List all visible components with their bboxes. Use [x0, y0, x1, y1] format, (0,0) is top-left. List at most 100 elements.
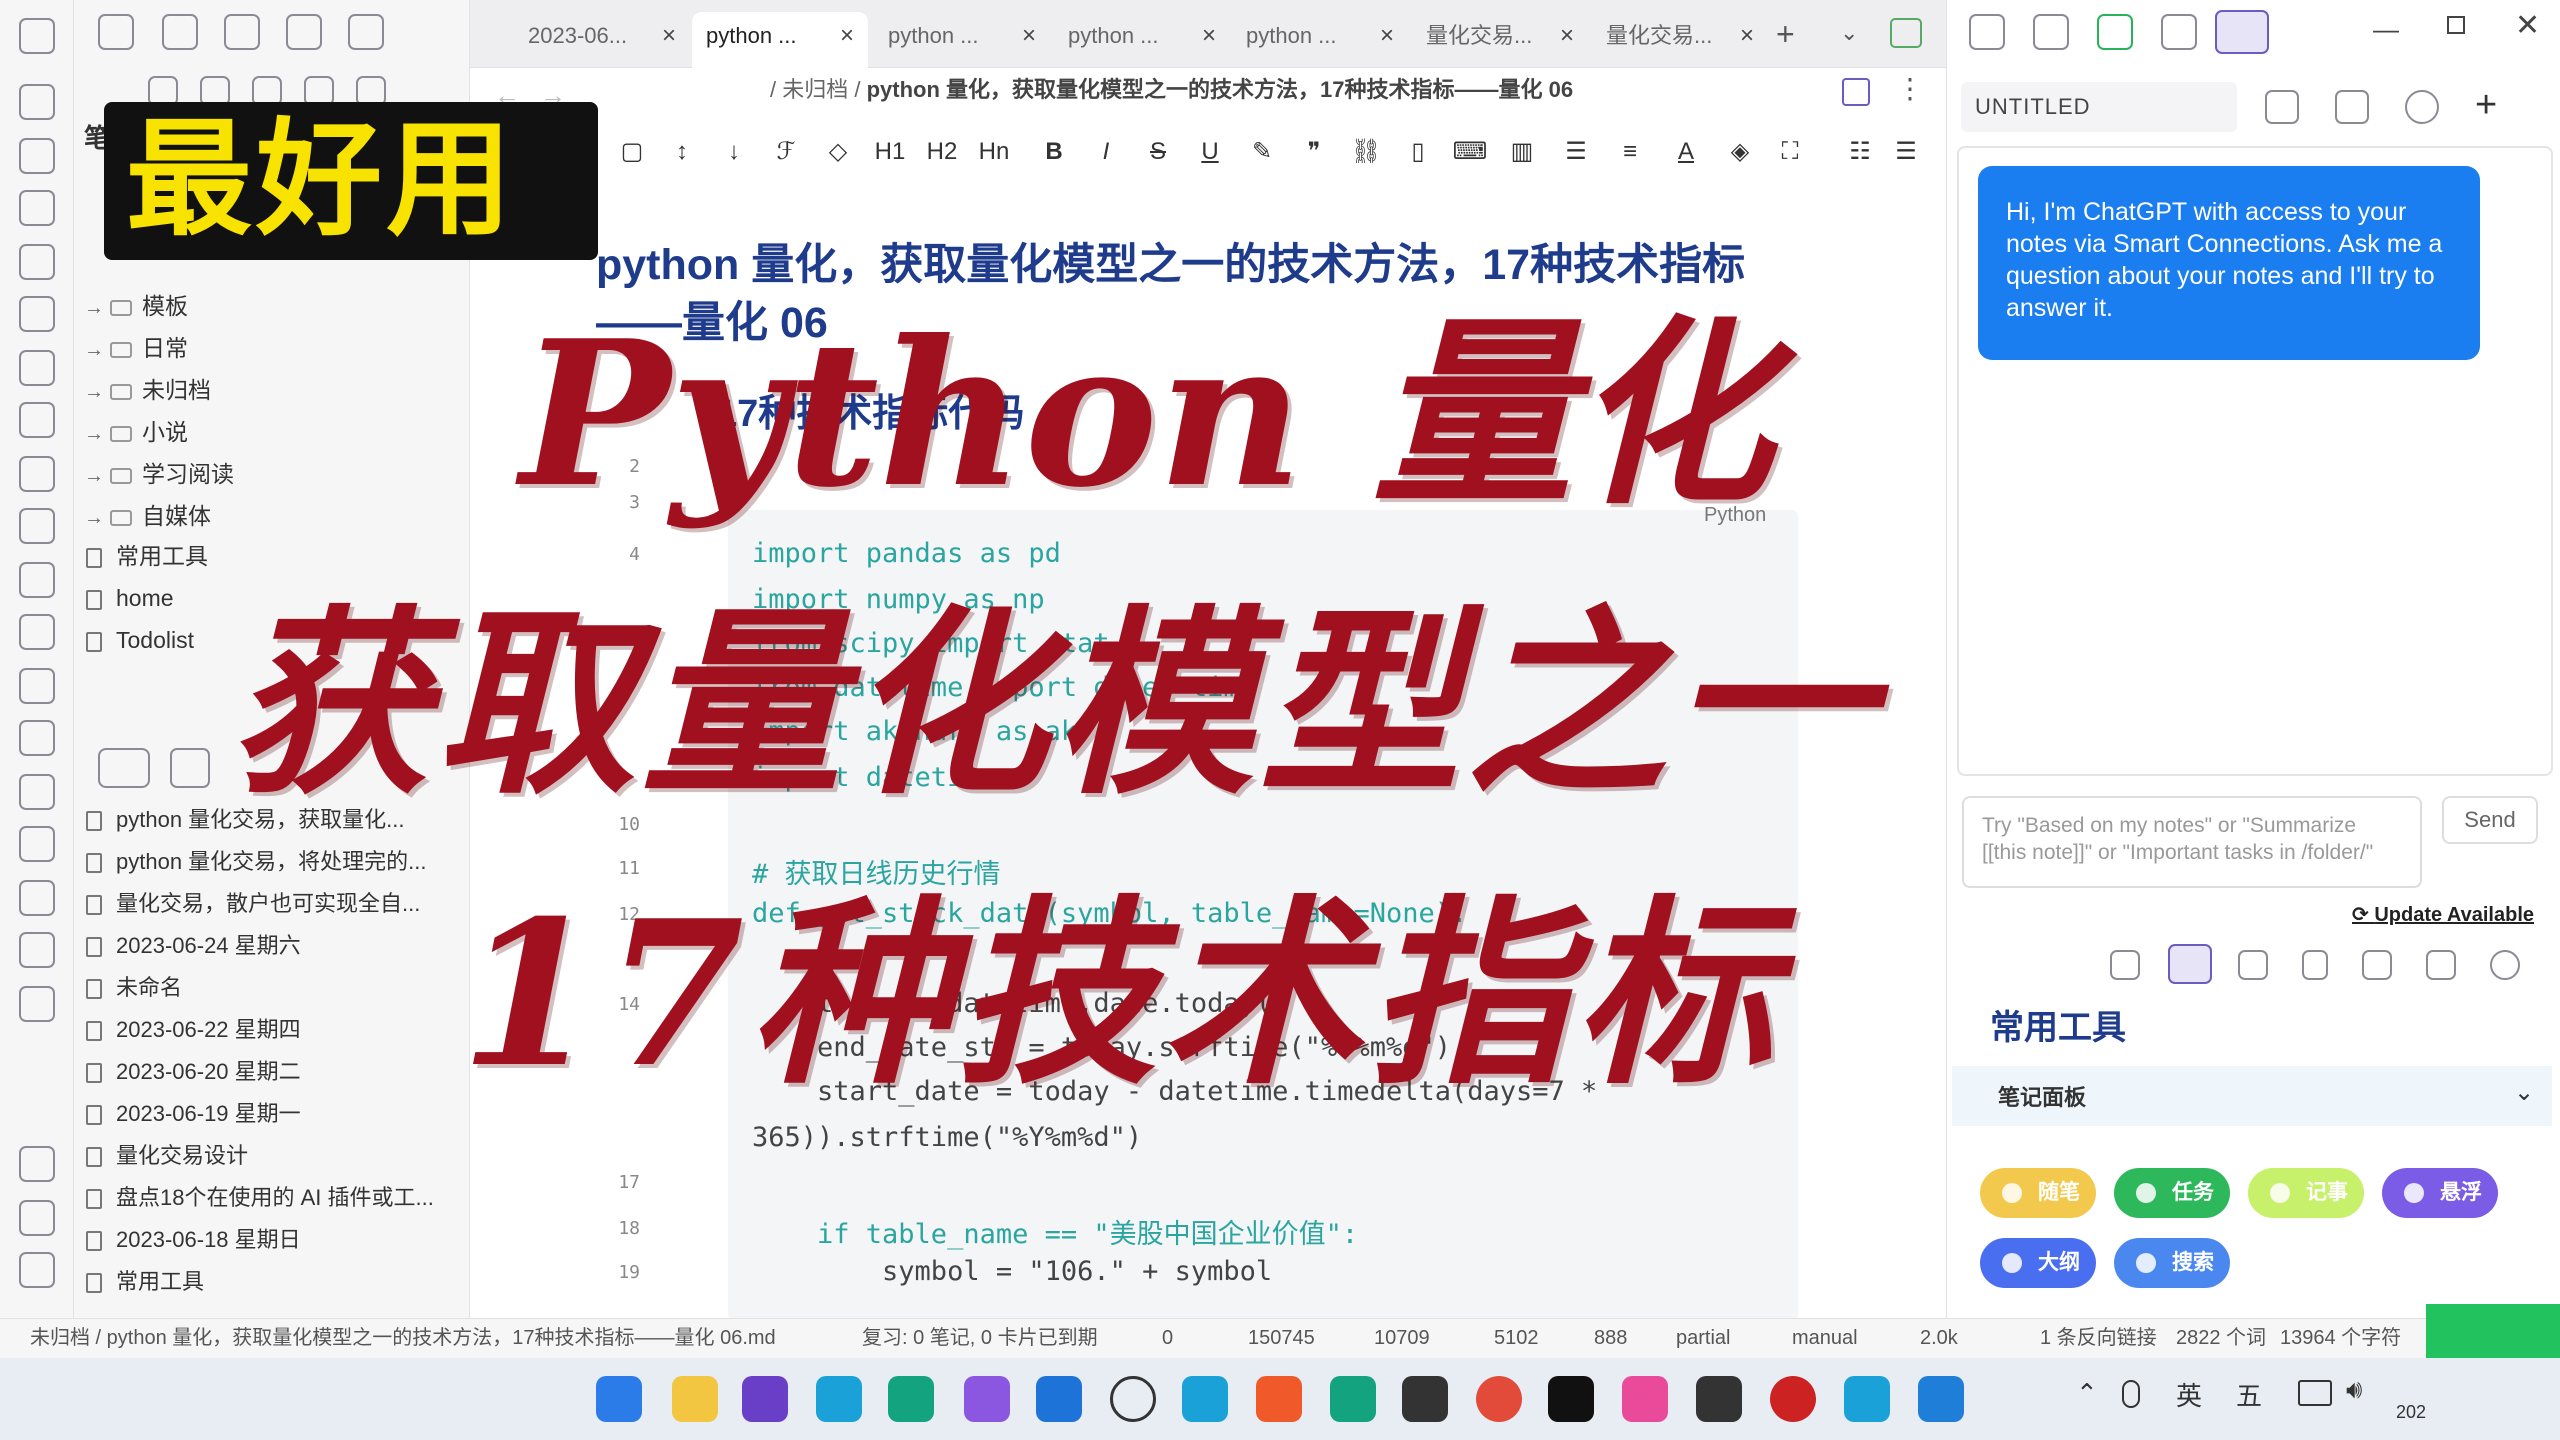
- lock-icon[interactable]: [19, 774, 55, 810]
- tab-3[interactable]: python ... ×: [1054, 12, 1230, 68]
- cube-icon[interactable]: [1036, 1376, 1082, 1422]
- folder-2[interactable]: → 未归档: [84, 370, 211, 410]
- status-c6[interactable]: partial: [1676, 1319, 1730, 1357]
- chevron-down-icon[interactable]: ⌄: [2514, 1078, 2534, 1107]
- sidebar-toggle-icon[interactable]: [19, 18, 55, 54]
- wordpress-icon[interactable]: [19, 720, 55, 756]
- history-icon[interactable]: [19, 932, 55, 968]
- terminal-icon[interactable]: [19, 296, 55, 332]
- save-icon[interactable]: [2335, 90, 2369, 124]
- presentation-icon[interactable]: [19, 562, 55, 598]
- task-button[interactable]: 任务: [2114, 1168, 2230, 1218]
- chat-history-icon[interactable]: [2405, 90, 2439, 124]
- status-c7[interactable]: manual: [1792, 1319, 1858, 1357]
- file-icon[interactable]: ▯: [1398, 128, 1438, 176]
- chat-title-field[interactable]: UNTITLED: [1961, 82, 2237, 132]
- chevron-down-icon[interactable]: ⌄: [1840, 20, 1858, 46]
- chevron-right-icon[interactable]: →: [84, 288, 110, 328]
- clock-icon[interactable]: [19, 614, 55, 650]
- close-tab-icon[interactable]: ×: [1202, 12, 1216, 60]
- chevron-right-icon[interactable]: →: [84, 456, 110, 496]
- help-icon[interactable]: [19, 1200, 55, 1236]
- link-icon[interactable]: ⛓: [1346, 128, 1386, 176]
- terminal-taskbar-icon[interactable]: [1402, 1376, 1448, 1422]
- font-color-icon[interactable]: A: [1666, 128, 1706, 176]
- folder-icon[interactable]: [98, 14, 134, 50]
- obsidian-icon[interactable]: [742, 1376, 788, 1422]
- bullet-list-icon[interactable]: ☰: [1556, 128, 1596, 176]
- line-height-icon[interactable]: ↕: [662, 128, 702, 176]
- mic-icon[interactable]: [19, 456, 55, 492]
- history-route-icon[interactable]: [2265, 90, 2299, 124]
- recent-item[interactable]: 2023-06-24 星期六: [86, 926, 466, 966]
- send-button[interactable]: Send: [2442, 796, 2538, 844]
- more-options-icon[interactable]: ⋮: [1896, 72, 1924, 105]
- app-icon[interactable]: [964, 1376, 1010, 1422]
- vscode-icon[interactable]: [1918, 1376, 1964, 1422]
- smart-tab-icon[interactable]: [2097, 14, 2133, 50]
- clear-format-icon[interactable]: ℱ: [766, 128, 806, 176]
- thermometer-icon[interactable]: [19, 826, 55, 862]
- cmd-icon[interactable]: [1696, 1376, 1742, 1422]
- maximize-icon[interactable]: [2447, 16, 2465, 34]
- recent-item[interactable]: 未命名: [86, 968, 466, 1008]
- page-icon[interactable]: [2302, 950, 2328, 980]
- search-button[interactable]: 搜索: [2114, 1238, 2230, 1288]
- tab-6[interactable]: 量化交易... ×: [1592, 12, 1768, 68]
- recent-clock-icon[interactable]: [98, 748, 150, 788]
- arrow-down-icon[interactable]: ↓: [714, 128, 754, 176]
- capcut-icon[interactable]: [1548, 1376, 1594, 1422]
- status-path[interactable]: 未归档 / python 量化，获取量化模型之一的技术方法，17种技术指标——量…: [30, 1319, 776, 1357]
- outline-tab-icon[interactable]: [2033, 14, 2069, 50]
- search-icon[interactable]: [162, 14, 198, 50]
- edge-icon[interactable]: [816, 1376, 862, 1422]
- eraser-icon[interactable]: ◇: [818, 128, 858, 176]
- recent-item[interactable]: 盘点18个在使用的 AI 插件或工...: [86, 1178, 466, 1218]
- recent-item[interactable]: 量化交易，散户也可实现全自...: [86, 884, 466, 924]
- ordered-list-icon[interactable]: [19, 402, 55, 438]
- recent-item[interactable]: python 量化交易，将处理完的...: [86, 842, 466, 882]
- columns-icon[interactable]: ▥: [1502, 128, 1542, 176]
- folder-1[interactable]: → 日常: [84, 328, 188, 368]
- recent-item[interactable]: 2023-06-18 星期日: [86, 1220, 466, 1260]
- tab-5[interactable]: 量化交易... ×: [1412, 12, 1588, 68]
- close-tab-icon[interactable]: ×: [840, 12, 854, 60]
- list-icon[interactable]: [19, 84, 55, 120]
- file-0[interactable]: 常用工具: [86, 536, 208, 576]
- tab-1[interactable]: python ... ×: [692, 12, 868, 68]
- status-backlinks[interactable]: 1 条反向链接: [2040, 1319, 2157, 1357]
- lang-indicator[interactable]: 英: [2176, 1376, 2202, 1413]
- folder-5[interactable]: → 自媒体: [84, 496, 211, 536]
- grid-icon[interactable]: [19, 138, 55, 174]
- bulb-icon[interactable]: [19, 986, 55, 1022]
- slack-icon[interactable]: [1622, 1376, 1668, 1422]
- align-icon[interactable]: ≡: [1610, 128, 1650, 176]
- float-button[interactable]: 悬浮: [2382, 1168, 2498, 1218]
- mic-tray-icon[interactable]: [2122, 1380, 2140, 1408]
- bookmark-tool-icon[interactable]: [2110, 950, 2140, 980]
- code-line[interactable]: import pandas as pd: [752, 538, 1061, 569]
- file-2[interactable]: Todolist: [86, 620, 194, 660]
- new-tab-icon[interactable]: +: [1776, 16, 1795, 53]
- close-tab-icon[interactable]: ×: [1380, 12, 1394, 60]
- network-icon[interactable]: [2298, 1380, 2332, 1406]
- calendar-tab-icon[interactable]: [1969, 14, 2005, 50]
- recent-item[interactable]: 2023-06-22 星期四: [86, 1010, 466, 1050]
- chevron-right-icon[interactable]: →: [84, 372, 110, 412]
- edge-beta-icon[interactable]: [1182, 1376, 1228, 1422]
- code-line[interactable]: symbol = "106." + symbol: [752, 1256, 1272, 1287]
- outline-button[interactable]: 大纲: [1980, 1238, 2096, 1288]
- chevron-right-icon[interactable]: →: [84, 498, 110, 538]
- bookmark-icon[interactable]: [224, 14, 260, 50]
- chatgpt2-icon[interactable]: [1330, 1376, 1376, 1422]
- recent-item[interactable]: 2023-06-20 星期二: [86, 1052, 466, 1092]
- connections-tab-icon[interactable]: [2161, 14, 2197, 50]
- fullscreen-icon[interactable]: ⛶: [1770, 128, 1810, 176]
- book-icon[interactable]: [19, 880, 55, 916]
- tab-2[interactable]: python ... ×: [874, 12, 1050, 68]
- panel-header[interactable]: 笔记面板 ⌄: [1952, 1066, 2552, 1126]
- recent-item[interactable]: 2023-06-19 星期一: [86, 1094, 466, 1134]
- underline-button[interactable]: U: [1190, 128, 1230, 176]
- chat-input[interactable]: Try "Based on my notes" or "Summarize [[…: [1962, 796, 2422, 888]
- calendar-icon[interactable]: [19, 244, 55, 280]
